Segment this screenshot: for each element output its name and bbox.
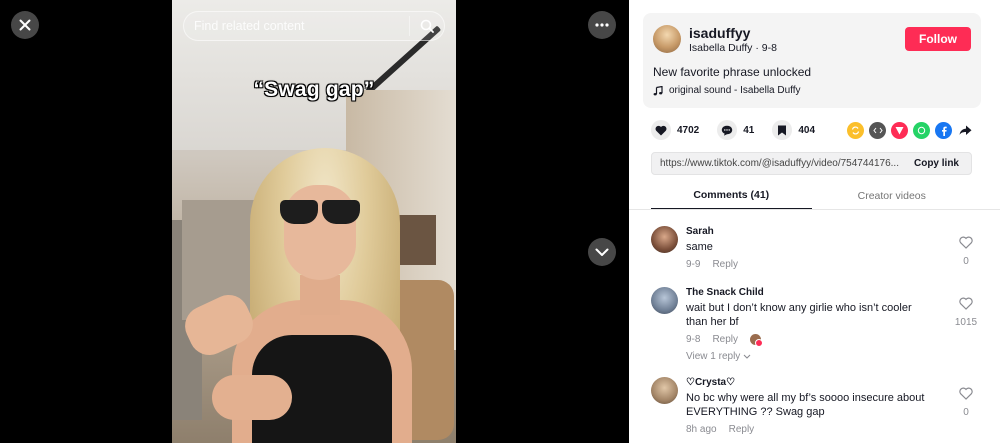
video-player-area: “Swag gap” bbox=[0, 0, 629, 443]
comment-meta: 8h ago Reply bbox=[686, 424, 754, 435]
heart-icon bbox=[651, 120, 671, 140]
comment-date: 9-8 bbox=[686, 334, 701, 345]
music-link[interactable]: original sound - Isabella Duffy bbox=[653, 85, 801, 96]
heart-outline-icon bbox=[959, 297, 973, 310]
video-caption: “Swag gap” bbox=[253, 78, 375, 101]
view-replies-button[interactable]: View 1 reply bbox=[686, 351, 751, 362]
next-video-button[interactable] bbox=[588, 238, 616, 266]
music-note-icon bbox=[653, 85, 663, 95]
comment-meta: 9-8 Reply bbox=[686, 334, 764, 347]
commenter-avatar[interactable] bbox=[651, 287, 678, 314]
comment-like-count: 1015 bbox=[954, 317, 978, 328]
commenter-avatar[interactable] bbox=[651, 226, 678, 253]
music-title: original sound - Isabella Duffy bbox=[669, 85, 801, 96]
view-replies-label: View 1 reply bbox=[686, 351, 741, 362]
comment-text: wait but I don’t know any girlie who isn… bbox=[686, 302, 912, 328]
action-bar: 4702 41 404 bbox=[651, 120, 833, 140]
author-nickname-row: Isabella Duffy · 9-8 bbox=[689, 42, 777, 54]
comment-item: Sarah same 9-9 Reply 0 bbox=[651, 226, 986, 276]
search-icon bbox=[420, 19, 434, 33]
video-url[interactable]: https://www.tiktok.com/@isaduffyy/video/… bbox=[652, 158, 906, 169]
author-card: isaduffyy Isabella Duffy · 9-8 Follow Ne… bbox=[643, 13, 981, 108]
comment-like-button[interactable]: 0 bbox=[951, 387, 981, 418]
post-date: 9-8 bbox=[761, 42, 777, 54]
reply-button[interactable]: Reply bbox=[712, 259, 738, 270]
video-person-neck bbox=[300, 275, 340, 315]
comment-count: 41 bbox=[743, 124, 755, 136]
search-button[interactable] bbox=[410, 11, 444, 41]
share-icons bbox=[847, 122, 974, 139]
tab-comments[interactable]: Comments (41) bbox=[651, 182, 812, 210]
follow-button[interactable]: Follow bbox=[905, 27, 971, 51]
commenter-name[interactable]: ♡Crysta♡ bbox=[686, 377, 735, 388]
heart-outline-icon bbox=[959, 236, 973, 249]
video-description: New favorite phrase unlocked bbox=[653, 65, 812, 79]
like-button[interactable]: 4702 bbox=[651, 120, 699, 140]
author-nickname: Isabella Duffy bbox=[689, 42, 753, 54]
comment-date: 8h ago bbox=[686, 424, 717, 435]
comment-like-count: 0 bbox=[963, 407, 969, 418]
comment-item: The Snack Child wait but I don’t know an… bbox=[651, 287, 986, 367]
commenter-name[interactable]: Sarah bbox=[686, 226, 714, 237]
comment-date: 9-9 bbox=[686, 259, 701, 270]
bookmark-icon bbox=[772, 120, 793, 140]
commenter-avatar[interactable] bbox=[651, 377, 678, 404]
more-icon bbox=[595, 23, 609, 27]
save-button[interactable]: 404 bbox=[772, 120, 815, 140]
reply-button[interactable]: Reply bbox=[729, 424, 755, 435]
details-panel: isaduffyy Isabella Duffy · 9-8 Follow Ne… bbox=[629, 0, 1000, 443]
comment-item: ♡Crysta♡ No bc why were all my bf’s sooo… bbox=[651, 377, 986, 443]
comment-button[interactable]: 41 bbox=[717, 120, 754, 140]
creator-liked-avatar bbox=[750, 334, 764, 347]
save-count: 404 bbox=[798, 124, 816, 136]
sunglasses bbox=[276, 200, 364, 224]
comment-text: No bc why were all my bf’s soooo insecur… bbox=[686, 392, 925, 418]
commenter-name[interactable]: The Snack Child bbox=[686, 287, 764, 298]
chevron-down-icon bbox=[595, 248, 609, 256]
comment-meta: 9-9 Reply bbox=[686, 259, 738, 270]
like-count: 4702 bbox=[677, 124, 700, 136]
close-icon bbox=[19, 19, 31, 31]
author-username[interactable]: isaduffyy bbox=[689, 25, 750, 41]
author-avatar[interactable] bbox=[653, 25, 681, 53]
comment-icon bbox=[717, 120, 738, 140]
comment-like-button[interactable]: 1015 bbox=[951, 297, 981, 328]
comment-like-button[interactable]: 0 bbox=[951, 236, 981, 267]
facebook-icon[interactable] bbox=[935, 122, 952, 139]
chevron-down-icon bbox=[743, 354, 751, 359]
tab-creator-videos[interactable]: Creator videos bbox=[812, 182, 973, 210]
repost-icon[interactable] bbox=[847, 122, 864, 139]
copy-link-box: https://www.tiktok.com/@isaduffyy/video/… bbox=[651, 152, 972, 175]
close-button[interactable] bbox=[11, 11, 39, 39]
comment-text: same bbox=[686, 241, 713, 253]
panel-tabs: Comments (41) Creator videos bbox=[651, 182, 972, 210]
more-options-button[interactable] bbox=[588, 11, 616, 39]
heart-outline-icon bbox=[959, 387, 973, 400]
whatsapp-icon[interactable] bbox=[913, 122, 930, 139]
comment-like-count: 0 bbox=[963, 256, 969, 267]
reply-button[interactable]: Reply bbox=[712, 334, 738, 345]
tabs-divider bbox=[629, 209, 1000, 210]
search-bar bbox=[183, 11, 445, 41]
copy-link-button[interactable]: Copy link bbox=[906, 158, 971, 169]
video-person-hand bbox=[212, 375, 292, 420]
embed-icon[interactable] bbox=[869, 122, 886, 139]
video-frame[interactable] bbox=[172, 0, 456, 443]
share-arrow-icon[interactable] bbox=[957, 122, 974, 139]
send-to-friends-icon[interactable] bbox=[891, 122, 908, 139]
search-input[interactable] bbox=[184, 19, 409, 33]
